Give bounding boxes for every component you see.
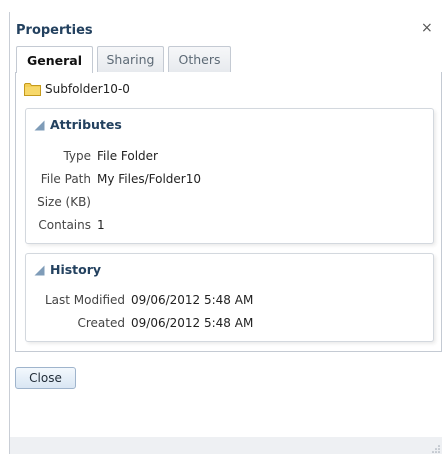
folder-icon (24, 82, 41, 96)
attr-row-size: Size (KB) (33, 195, 97, 209)
history-value: 09/06/2012 5:48 AM (131, 316, 254, 330)
collapse-triangle-icon (34, 119, 45, 131)
attr-label: File Path (40, 172, 91, 186)
history-value: 09/06/2012 5:48 AM (131, 293, 254, 307)
item-name: Subfolder10-0 (45, 82, 130, 96)
attr-row-contains: Contains 1 (33, 218, 105, 232)
resize-grip-icon[interactable] (431, 443, 441, 453)
attr-label: Type (63, 149, 91, 163)
attr-value: File Folder (97, 149, 158, 163)
history-row-last-modified: Last Modified 09/06/2012 5:48 AM (33, 293, 253, 307)
history-header[interactable]: History (34, 262, 101, 277)
close-button[interactable]: Close (15, 367, 76, 389)
history-title: History (50, 262, 102, 277)
attr-label: Size (KB) (37, 195, 91, 209)
attributes-title: Attributes (50, 117, 122, 132)
attr-value: My Files/Folder10 (97, 172, 201, 186)
tab-others[interactable]: Others (168, 46, 231, 72)
history-row-created: Created 09/06/2012 5:48 AM (33, 316, 254, 330)
dialog-title: Properties (16, 23, 93, 38)
close-icon[interactable]: × (421, 21, 433, 35)
history-label: Last Modified (44, 293, 125, 307)
attr-row-file-path: File Path My Files/Folder10 (33, 172, 201, 186)
attr-label: Contains (38, 218, 91, 232)
collapse-triangle-icon (34, 264, 45, 276)
attributes-header[interactable]: Attributes (34, 117, 122, 132)
tab-sharing[interactable]: Sharing (97, 46, 164, 72)
dialog-left-border (9, 12, 10, 454)
item-name-row: Subfolder10-0 (24, 82, 130, 96)
tab-general[interactable]: General (16, 46, 93, 73)
history-label: Created (77, 316, 126, 330)
dialog-footer (10, 437, 442, 454)
attr-row-type: Type File Folder (33, 149, 158, 163)
attr-value: 1 (97, 218, 105, 232)
